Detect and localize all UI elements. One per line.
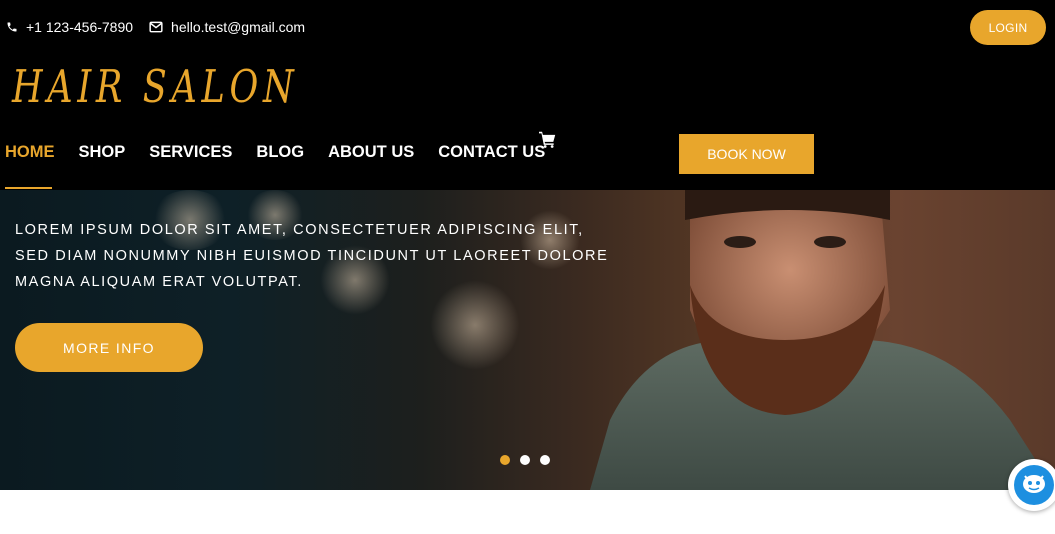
- main-nav: HOME SHOP SERVICES BLOG ABOUT US CONTACT…: [5, 141, 569, 163]
- site-logo[interactable]: HAIR SALON: [12, 60, 298, 113]
- page: +1 123-456-7890 hello.test@gmail.com LOG…: [0, 0, 1055, 534]
- email-address: hello.test@gmail.com: [171, 19, 306, 35]
- book-now-button[interactable]: BOOK NOW: [679, 134, 814, 174]
- chat-bot-icon: [1014, 465, 1054, 505]
- hero-image-bearded-man: [590, 190, 1055, 490]
- phone-number: +1 123-456-7890: [26, 19, 134, 35]
- phone-icon: [7, 22, 17, 32]
- nav-item-blog[interactable]: BLOG: [256, 143, 304, 162]
- site-header: +1 123-456-7890 hello.test@gmail.com LOG…: [0, 0, 1055, 190]
- slider-pagination: [500, 455, 560, 465]
- topbar: +1 123-456-7890 hello.test@gmail.com: [6, 17, 321, 37]
- login-button[interactable]: LOGIN: [970, 10, 1046, 45]
- slide-dot-1[interactable]: [500, 455, 510, 465]
- phone-contact[interactable]: +1 123-456-7890: [6, 19, 133, 35]
- slide-dot-3[interactable]: [540, 455, 550, 465]
- nav-item-home[interactable]: HOME: [5, 143, 55, 162]
- nav-item-services[interactable]: SERVICES: [149, 143, 232, 162]
- slide-dot-2[interactable]: [520, 455, 530, 465]
- email-contact[interactable]: hello.test@gmail.com: [149, 19, 305, 35]
- envelope-icon: [149, 21, 163, 33]
- nav-item-about-us[interactable]: ABOUT US: [328, 143, 414, 162]
- nav-item-shop[interactable]: SHOP: [79, 143, 126, 162]
- hero-slider: LOREM IPSUM DOLOR SIT AMET, CONSECTETUER…: [0, 190, 1055, 490]
- chat-widget-button[interactable]: [1008, 459, 1055, 511]
- cart-button[interactable]: [538, 131, 557, 153]
- nav-item-contact-us[interactable]: CONTACT US: [438, 143, 545, 162]
- shopping-cart-icon: [539, 131, 556, 148]
- more-info-button[interactable]: MORE INFO: [15, 323, 203, 372]
- hero-tagline: LOREM IPSUM DOLOR SIT AMET, CONSECTETUER…: [15, 222, 609, 290]
- active-nav-indicator: [5, 187, 52, 189]
